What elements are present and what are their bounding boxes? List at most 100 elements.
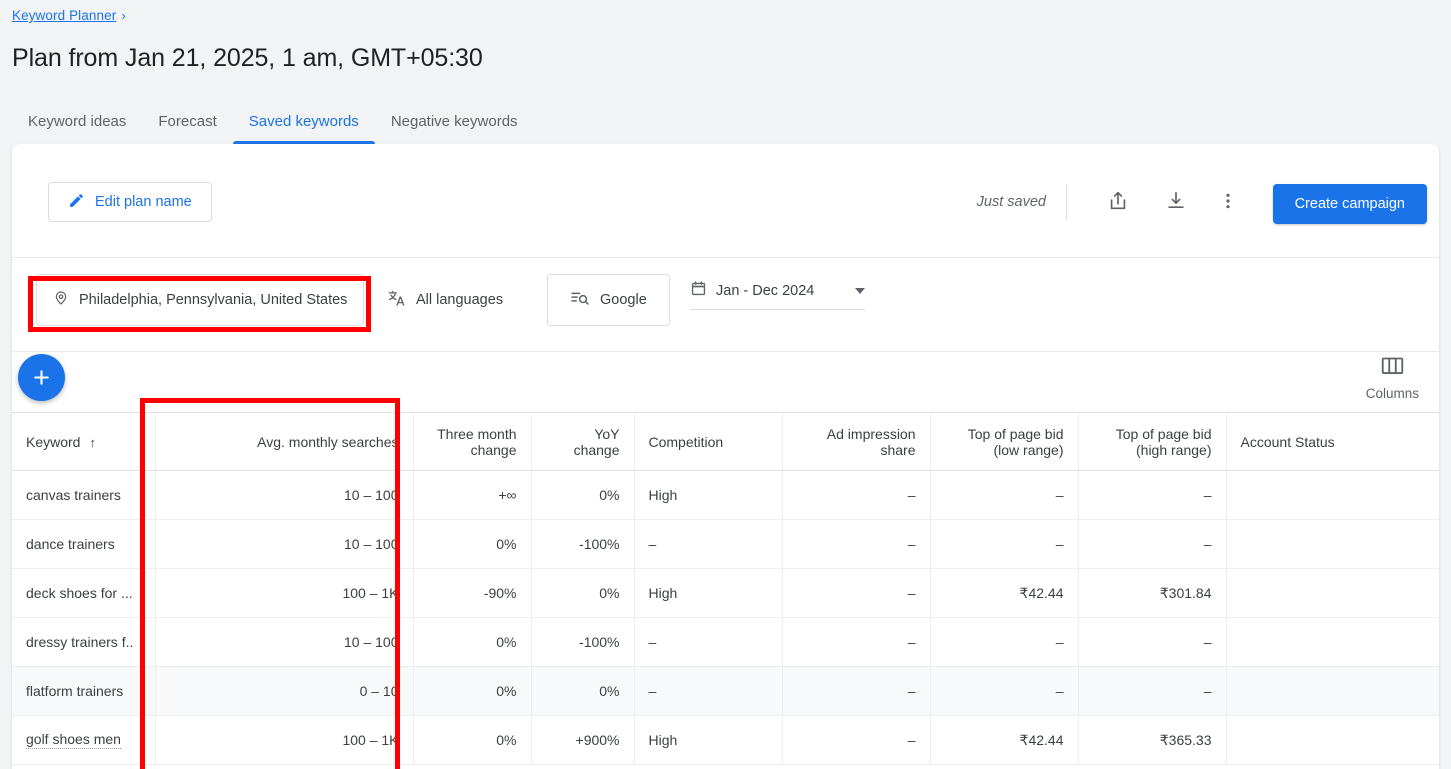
cell-three-month-change: +∞	[413, 470, 532, 520]
cell-keyword-text: golf shoes men	[26, 731, 121, 750]
date-range-filter[interactable]: Jan - Dec 2024	[690, 280, 865, 310]
cell-yoy-change-text: 0%	[599, 585, 620, 601]
page-title: Plan from Jan 21, 2025, 1 am, GMT+05:30	[12, 44, 483, 72]
cell-three-month-change: 0%	[413, 519, 532, 569]
cell-three-month-change: -90%	[413, 568, 532, 618]
cell-account-status	[1226, 715, 1439, 765]
network-filter[interactable]: Google	[547, 274, 670, 326]
search-network-icon	[570, 288, 590, 312]
download-button[interactable]	[1159, 186, 1193, 220]
cell-top-of-page-bid-high-text: –	[1203, 536, 1212, 552]
col-header-account-status[interactable]: Account Status	[1226, 412, 1439, 471]
chevron-down-icon	[855, 288, 865, 294]
cell-three-month-change: 0%	[413, 617, 532, 667]
location-pin-icon	[53, 290, 69, 310]
sort-ascending-icon: ↑	[89, 434, 96, 450]
language-filter-label: All languages	[416, 292, 504, 308]
cell-account-status	[1226, 470, 1439, 520]
cell-yoy-change-text: 0%	[599, 487, 620, 503]
cell-keyword-text: dance trainers	[26, 536, 115, 552]
cell-keyword: flatform trainers	[12, 666, 156, 716]
tab-keyword-ideas[interactable]: Keyword ideas	[12, 98, 142, 144]
col-header-top-of-page-bid-low[interactable]: Top of page bid (low range)	[930, 412, 1079, 471]
cell-keyword-text: dressy trainers f..	[26, 634, 134, 650]
col-header-competition[interactable]: Competition	[634, 412, 783, 471]
filter-bar: Philadelphia, Pennsylvania, United State…	[12, 258, 1439, 352]
plan-card: Edit plan name Just saved Create campaig…	[12, 144, 1439, 769]
cell-three-month-change-text: +∞	[498, 487, 517, 503]
cell-ad-impression-share: –	[782, 617, 931, 667]
cell-keyword: dressy trainers f..	[12, 617, 156, 667]
col-header-three-month-change[interactable]: Three month change	[413, 412, 532, 471]
location-filter[interactable]: Philadelphia, Pennsylvania, United State…	[36, 274, 365, 326]
cell-avg-monthly-searches: 100 – 1K	[155, 568, 414, 618]
col-header-top-of-page-bid-high[interactable]: Top of page bid (high range)	[1078, 412, 1227, 471]
cell-top-of-page-bid-low-text: ₹42.44	[1019, 731, 1064, 748]
cell-keyword-text: flatform trainers	[26, 683, 124, 699]
edit-plan-name-button[interactable]: Edit plan name	[48, 182, 212, 222]
cell-avg-monthly-searches: 10 – 100	[155, 617, 414, 667]
cell-yoy-change: 0%	[531, 568, 635, 618]
language-filter[interactable]: All languages	[388, 285, 503, 315]
cell-top-of-page-bid-low-text: –	[1055, 536, 1064, 552]
table-row[interactable]: flatform trainers 0 – 10 0% 0% – – – –	[12, 666, 1439, 716]
col-header-ad-impression-share[interactable]: Ad impression share	[782, 412, 931, 471]
table-row[interactable]: dance trainers 10 – 100 0% -100% – – – –	[12, 519, 1439, 569]
toolbar-divider	[1066, 184, 1067, 220]
cell-avg-monthly-searches-text: 100 – 1K	[342, 585, 399, 601]
cell-avg-monthly-searches-text: 10 – 100	[344, 536, 399, 552]
chevron-right-icon: ›	[121, 8, 126, 23]
save-status-text: Just saved	[976, 194, 1046, 210]
add-keywords-fab[interactable]	[18, 354, 65, 401]
table-row[interactable]: dressy trainers f.. 10 – 100 0% -100% – – – –	[12, 617, 1439, 667]
cell-ad-impression-share-text: –	[907, 487, 916, 503]
cell-account-status	[1226, 666, 1439, 716]
cell-keyword: canvas trainers	[12, 470, 156, 520]
table-row[interactable]: canvas trainers 10 – 100 +∞ 0% High – – –	[12, 470, 1439, 520]
col-header-keyword[interactable]: Keyword ↑	[12, 412, 156, 471]
tab-saved-keywords[interactable]: Saved keywords	[232, 98, 375, 144]
tab-label: Negative keywords	[390, 112, 518, 130]
cell-competition-text: –	[648, 683, 657, 699]
cell-yoy-change-text: -100%	[579, 634, 620, 650]
cell-ad-impression-share-text: –	[907, 683, 916, 699]
table-row[interactable]: golf shoes men 100 – 1K 0% +900% High – ₹42.44…	[12, 715, 1439, 765]
cell-top-of-page-bid-low-text: –	[1055, 487, 1064, 503]
location-filter-label: Philadelphia, Pennsylvania, United State…	[79, 292, 348, 308]
cell-avg-monthly-searches-text: 10 – 100	[344, 487, 399, 503]
cell-keyword-text: deck shoes for ...	[26, 585, 133, 601]
cell-account-status	[1226, 568, 1439, 618]
cell-competition: High	[634, 715, 783, 765]
col-header-avg-monthly-searches[interactable]: Avg. monthly searches	[155, 412, 414, 471]
cell-three-month-change-text: 0%	[496, 683, 517, 699]
columns-button[interactable]: Columns	[1366, 356, 1419, 401]
table-row[interactable]: deck shoes for ... 100 – 1K -90% 0% High – ₹42…	[12, 568, 1439, 618]
share-button[interactable]	[1101, 186, 1135, 220]
cell-competition: –	[634, 666, 783, 716]
tab-negative-keywords[interactable]: Negative keywords	[375, 98, 534, 144]
cell-top-of-page-bid-low: –	[930, 519, 1079, 569]
create-campaign-button[interactable]: Create campaign	[1272, 184, 1427, 224]
cell-top-of-page-bid-low: ₹42.44	[930, 715, 1079, 765]
breadcrumb-link-keyword-planner[interactable]: Keyword Planner	[12, 8, 116, 23]
cell-avg-monthly-searches-text: 0 – 10	[359, 683, 399, 699]
more-options-button[interactable]	[1211, 186, 1245, 220]
action-bar: Edit plan name Just saved Create campaig…	[12, 144, 1439, 258]
col-header-yoy-change[interactable]: YoY change	[531, 412, 635, 471]
cell-avg-monthly-searches: 10 – 100	[155, 470, 414, 520]
cell-top-of-page-bid-high-text: ₹365.33	[1159, 731, 1212, 748]
download-icon	[1165, 190, 1187, 217]
cell-top-of-page-bid-low: –	[930, 470, 1079, 520]
cell-three-month-change-text: 0%	[496, 732, 517, 748]
cell-ad-impression-share-text: –	[907, 732, 916, 748]
table-toolbar: Columns	[12, 352, 1439, 412]
tab-forecast[interactable]: Forecast	[142, 98, 232, 144]
translate-icon	[388, 289, 407, 312]
cell-top-of-page-bid-high-text: –	[1203, 487, 1212, 503]
keyword-planner-page: Keyword Planner › Plan from Jan 21, 2025…	[0, 0, 1451, 769]
cell-avg-monthly-searches: 0 – 10	[155, 666, 414, 716]
share-icon	[1107, 190, 1129, 217]
cell-competition: High	[634, 568, 783, 618]
cell-competition: High	[634, 470, 783, 520]
cell-top-of-page-bid-high: ₹365.33	[1078, 715, 1227, 765]
